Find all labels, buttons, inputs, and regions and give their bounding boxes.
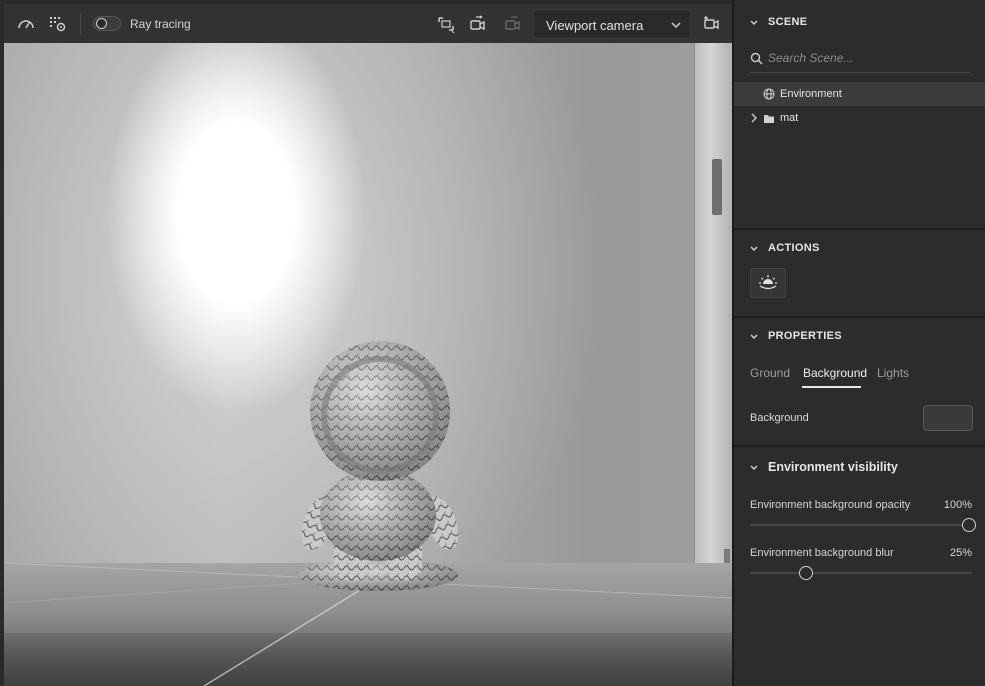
- tab-ground[interactable]: Ground: [750, 366, 790, 380]
- toolbar-divider: [80, 13, 81, 35]
- render-settings-icon[interactable]: [44, 4, 72, 43]
- chevron-down-icon: [750, 246, 758, 252]
- background-color-swatch[interactable]: [923, 405, 973, 431]
- add-camera-icon[interactable]: [698, 4, 726, 43]
- sun-horizon-icon: [759, 275, 777, 290]
- blur-slider-value: 25%: [949, 547, 972, 559]
- scene-section-title: SCENE: [768, 16, 808, 28]
- tab-lights[interactable]: Lights: [877, 366, 909, 380]
- toggle-knob: [96, 18, 107, 29]
- chevron-down-icon: [671, 22, 681, 29]
- camera-export-icon[interactable]: [464, 4, 492, 43]
- active-tab-indicator: [802, 386, 861, 388]
- opacity-slider-label: Environment background opacity: [750, 499, 911, 511]
- tree-item-label: Environment: [780, 88, 842, 100]
- speedometer-icon[interactable]: [12, 4, 40, 43]
- camera-disabled-icon[interactable]: [499, 4, 527, 43]
- tree-item-environment[interactable]: Environment: [734, 82, 985, 106]
- viewport-toolbar: Ray tracing Viewport camera: [4, 4, 732, 43]
- viewport-area: Ray tracing Viewport camera: [0, 0, 732, 686]
- search-icon: [750, 52, 763, 65]
- scene-search-input[interactable]: [768, 47, 964, 69]
- chevron-down-icon: [750, 20, 758, 26]
- chevron-down-icon: [750, 334, 758, 340]
- background-color-label: Background: [750, 412, 809, 424]
- properties-section-title: PROPERTIES: [768, 330, 842, 342]
- opacity-slider-track[interactable]: [750, 524, 972, 526]
- blur-slider-knob[interactable]: [798, 566, 813, 580]
- 3d-model-figure: [298, 341, 459, 591]
- blur-slider-label: Environment background blur: [750, 547, 894, 559]
- env-visibility-title: Environment visibility: [768, 460, 898, 474]
- chevron-right-icon[interactable]: [750, 113, 758, 123]
- tree-item-mat[interactable]: mat: [734, 107, 985, 129]
- actions-section-header[interactable]: ACTIONS: [734, 237, 985, 261]
- globe-icon: [763, 88, 775, 100]
- scene-section-header[interactable]: SCENE: [734, 11, 985, 35]
- right-panel: SCENE Environment mat ACTIONS PROPERTIES…: [734, 0, 985, 686]
- camera-select-value: Viewport camera: [546, 18, 644, 33]
- folder-icon: [764, 115, 774, 123]
- sun-horizon-button[interactable]: [750, 268, 786, 298]
- tree-item-label: mat: [780, 112, 799, 124]
- blur-slider-track[interactable]: [750, 572, 972, 574]
- opacity-slider-value: 100%: [943, 499, 972, 511]
- tab-background[interactable]: Background: [803, 366, 867, 380]
- frame-select-icon[interactable]: [432, 4, 460, 43]
- section-divider: [734, 445, 985, 447]
- section-divider: [734, 228, 985, 230]
- scene-search: [750, 45, 970, 73]
- actions-section-title: ACTIONS: [768, 242, 820, 254]
- opacity-slider-knob[interactable]: [962, 518, 976, 532]
- env-visibility-header[interactable]: Environment visibility: [734, 455, 985, 479]
- chevron-down-icon: [750, 465, 758, 471]
- 3d-viewport[interactable]: [4, 43, 732, 686]
- raytracing-label: Ray tracing: [130, 17, 191, 31]
- properties-section-header[interactable]: PROPERTIES: [734, 325, 985, 349]
- camera-select[interactable]: Viewport camera: [533, 9, 691, 39]
- raytracing-toggle[interactable]: [93, 16, 121, 31]
- section-divider: [734, 316, 985, 318]
